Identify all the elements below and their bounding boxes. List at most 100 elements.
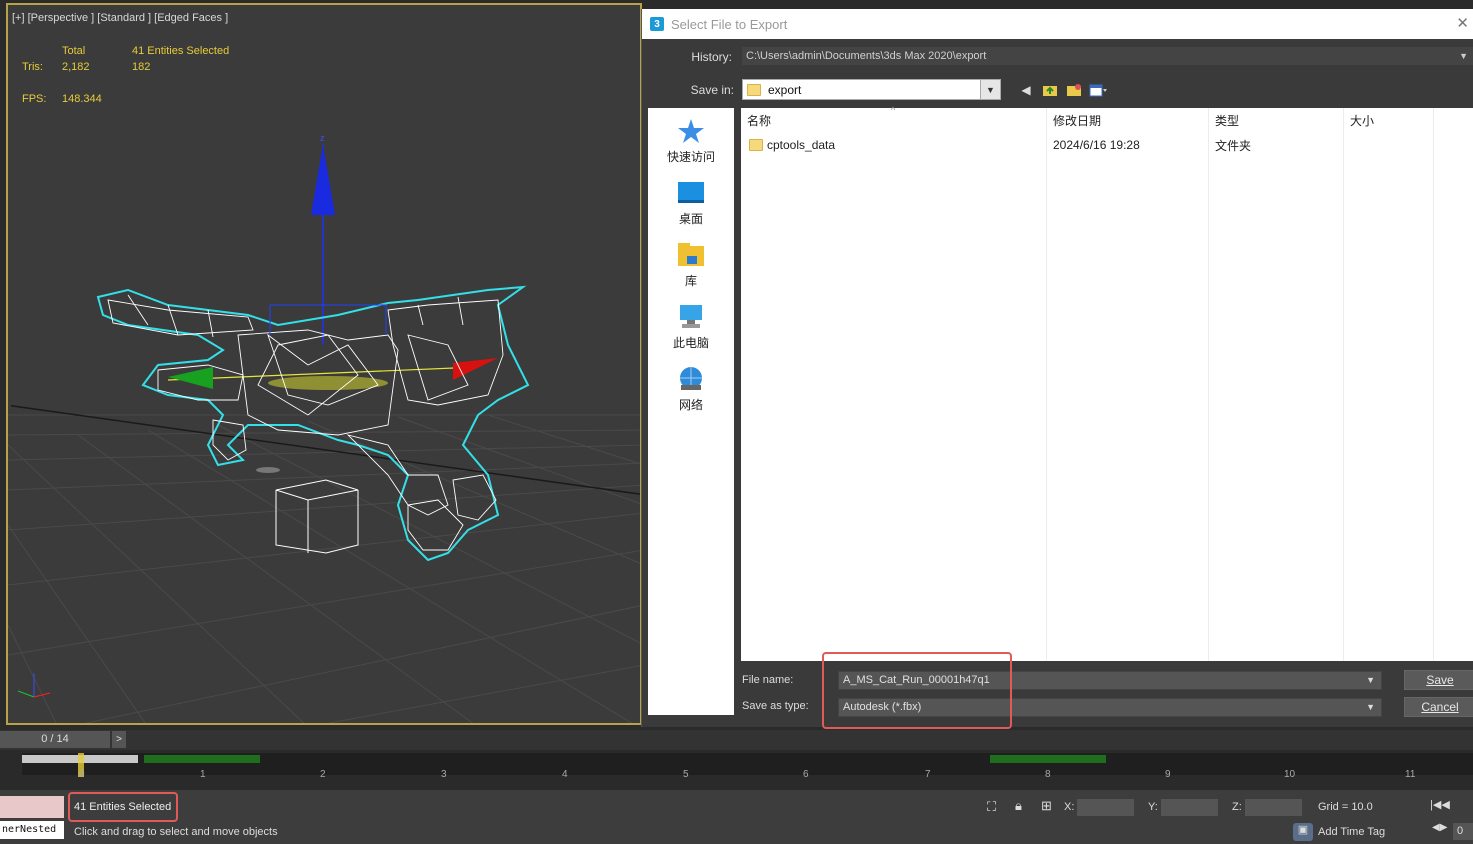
save-button[interactable]: Save <box>1404 670 1473 690</box>
maxscript-listener-mini[interactable] <box>0 796 64 818</box>
z-label: Z: <box>1232 801 1242 813</box>
track-area[interactable] <box>22 753 1473 777</box>
column-header-date[interactable]: 修改日期 <box>1053 112 1101 129</box>
lock-icon[interactable]: 🔒︎ <box>1015 798 1022 814</box>
back-icon[interactable]: ◀ <box>1017 81 1035 98</box>
tick-label: 2 <box>320 769 326 780</box>
tris-total: 2,182 <box>62 61 90 73</box>
tris-selected: 182 <box>132 61 151 73</box>
chevron-down-icon[interactable]: ▼ <box>1366 672 1375 689</box>
computer-icon <box>677 304 705 330</box>
3dsmax-app-icon: 3 <box>650 17 664 31</box>
folder-icon <box>749 139 763 151</box>
place-quick-access[interactable]: 快速访问 <box>648 118 734 165</box>
export-dialog: 3 Select File to Export ✕ History: C:\Us… <box>641 9 1473 729</box>
history-dropdown[interactable]: C:\Users\admin\Documents\3ds Max 2020\ex… <box>742 47 1473 65</box>
frame-counter[interactable]: 0 / 14 <box>0 731 110 748</box>
fps-value: 148.344 <box>62 93 102 105</box>
tick-label: 1 <box>200 769 206 780</box>
place-label: 此电脑 <box>672 336 709 350</box>
column-header-name[interactable]: 名称 <box>747 112 771 129</box>
folder-icon <box>747 83 761 96</box>
network-icon <box>677 366 705 392</box>
column-divider[interactable] <box>1046 108 1047 661</box>
up-folder-icon[interactable] <box>1041 81 1059 98</box>
viewport-scene: z <box>8 133 640 723</box>
column-divider[interactable] <box>1343 108 1344 661</box>
viewport-label[interactable]: [+] [Perspective ] [Standard ] [Edged Fa… <box>12 12 228 24</box>
star-icon <box>677 118 705 144</box>
stats-total-header: Total <box>62 45 86 57</box>
key-bar <box>990 755 1106 763</box>
savein-label: Save in: <box>690 83 734 97</box>
list-item[interactable]: cptools_data 2024/6/16 19:28 文件夹 <box>749 136 1449 154</box>
go-to-start-icon[interactable]: |◀◀ <box>1430 798 1450 811</box>
file-type: 文件夹 <box>1215 138 1252 153</box>
column-divider[interactable] <box>1208 108 1209 661</box>
viewport-statistics: Total 41 Entities Selected Tris: 2,182 182 … <box>22 43 229 107</box>
tick-label: 6 <box>803 769 809 780</box>
tick-label: 5 <box>683 769 689 780</box>
nav-toolbar: ◀ <box>1017 81 1107 98</box>
desktop-icon <box>677 180 705 206</box>
history-value: C:\Users\admin\Documents\3ds Max 2020\ex… <box>746 50 987 62</box>
tris-label: Tris: <box>22 61 43 73</box>
column-header-type[interactable]: 类型 <box>1215 112 1239 129</box>
place-network[interactable]: 网络 <box>648 366 734 413</box>
status-bar: nerNested 41 Entities Selected Click and… <box>0 790 1473 844</box>
z-coordinate-input[interactable] <box>1245 799 1302 816</box>
file-name: cptools_data <box>767 138 836 152</box>
track-bar[interactable]: 0 1 2 3 4 5 6 7 8 9 10 11 <box>0 750 1473 790</box>
place-label: 快速访问 <box>666 150 715 164</box>
places-bar: 快速访问 桌面 库 此电脑 网络 <box>648 108 734 715</box>
grid-size: Grid = 10.0 <box>1318 801 1373 813</box>
cancel-button[interactable]: Cancel <box>1404 697 1473 717</box>
place-label: 库 <box>684 274 697 288</box>
savetype-label: Save as type: <box>742 700 809 712</box>
stats-selected-header: 41 Entities Selected <box>132 45 230 57</box>
savein-dropdown[interactable]: export ▼ <box>742 79 1001 100</box>
isolate-selection-icon[interactable]: ⛶ <box>987 799 996 815</box>
column-divider[interactable] <box>1433 108 1434 661</box>
transform-mode-icon[interactable]: ⊞ <box>1041 798 1052 814</box>
place-library[interactable]: 库 <box>648 242 734 289</box>
sort-caret-icon: ^ <box>891 105 896 115</box>
current-frame-field[interactable]: 0 <box>1453 823 1473 840</box>
chevron-down-icon[interactable]: ▼ <box>980 80 1000 99</box>
y-label: Y: <box>1148 801 1158 813</box>
y-coordinate-input[interactable] <box>1161 799 1218 816</box>
close-icon[interactable]: ✕ <box>1456 14 1469 32</box>
new-folder-icon[interactable] <box>1065 81 1083 98</box>
gizmo-z-label: z <box>320 133 325 143</box>
time-slider[interactable]: 0 / 14 > <box>0 730 1473 750</box>
time-tag-icon[interactable]: ▣ <box>1293 823 1313 841</box>
chevron-down-icon: ▼ <box>1459 51 1468 61</box>
tick-label: 3 <box>441 769 447 780</box>
column-header-size[interactable]: 大小 <box>1350 112 1374 129</box>
highlight-box <box>822 652 1012 729</box>
tick-label: 10 <box>1284 769 1296 780</box>
place-label: 桌面 <box>678 212 703 226</box>
perspective-viewport[interactable]: z [+] [Perspective] [Standard] [Edged … <box>6 3 642 725</box>
maxscript-input[interactable]: nerNested <box>0 821 64 839</box>
key-mode-icon[interactable]: ◀▶ <box>1432 822 1447 833</box>
place-label: 网络 <box>678 398 703 412</box>
add-time-tag[interactable]: Add Time Tag <box>1318 826 1385 838</box>
place-desktop[interactable]: 桌面 <box>648 180 734 227</box>
file-list[interactable]: ^ 名称 修改日期 类型 大小 cptools_data 2024/6/16 1… <box>741 105 1473 661</box>
dialog-titlebar[interactable]: 3 Select File to Export ✕ <box>642 9 1473 39</box>
x-coordinate-input[interactable] <box>1077 799 1134 816</box>
dialog-title: Select File to Export <box>671 16 788 32</box>
place-this-pc[interactable]: 此电脑 <box>648 304 734 351</box>
view-menu-icon[interactable] <box>1089 81 1107 98</box>
tick-label: 11 <box>1405 769 1416 780</box>
file-date: 2024/6/16 19:28 <box>1053 138 1140 152</box>
tick-label: 0 <box>79 769 85 780</box>
savein-value: export <box>768 82 802 97</box>
x-label: X: <box>1064 801 1075 813</box>
next-frame-button[interactable]: > <box>112 731 126 748</box>
highlight-box <box>68 792 178 822</box>
tick-label: 7 <box>925 769 931 780</box>
filename-label: File name: <box>742 674 794 686</box>
chevron-down-icon[interactable]: ▼ <box>1366 699 1375 716</box>
